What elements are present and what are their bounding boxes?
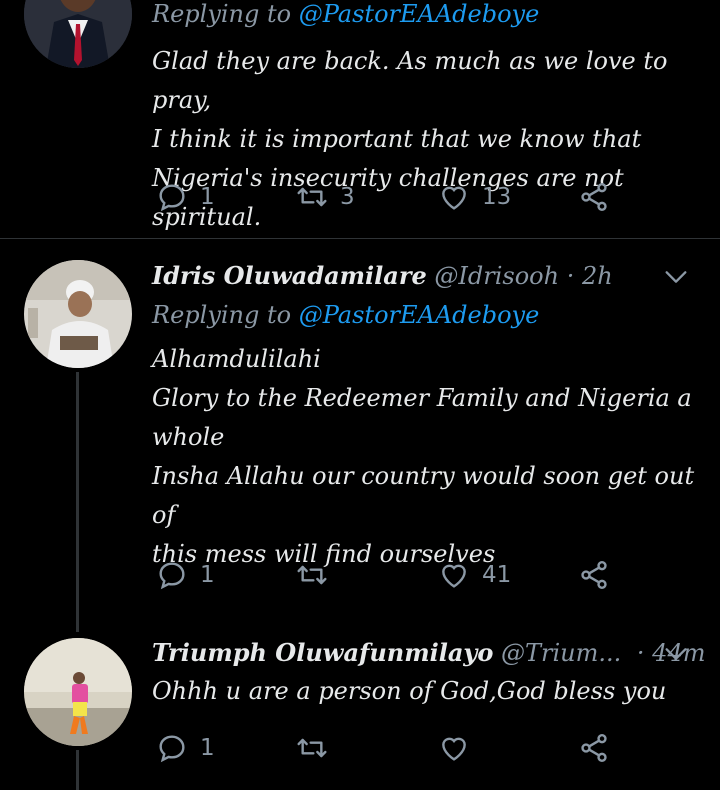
retweet-button[interactable]: [296, 728, 340, 768]
reply-button[interactable]: 1: [156, 555, 215, 595]
reply-count: 1: [200, 735, 215, 761]
share-button[interactable]: [578, 728, 610, 768]
reply-button[interactable]: 1: [156, 177, 215, 217]
tweet-2[interactable]: Idris Oluwadamilare @Idrisooh · 2h Reply…: [0, 239, 720, 632]
tweet-text: Ohhh u are a person of God,God bless you: [152, 672, 707, 711]
display-name[interactable]: Triumph Oluwafunmilayo: [152, 638, 493, 667]
text-line: Glory to the Redeemer Family and Nigeria…: [152, 384, 692, 412]
separator-dot: ·: [566, 262, 575, 290]
avatar[interactable]: [24, 260, 132, 368]
avatar[interactable]: [24, 638, 132, 746]
like-button[interactable]: [438, 728, 482, 768]
replying-label: Replying to: [152, 0, 292, 28]
share-icon: [581, 183, 607, 211]
thread-line: [76, 372, 79, 632]
chevron-down-icon[interactable]: [662, 263, 690, 291]
reply-icon: [159, 184, 185, 212]
like-count: 41: [482, 562, 512, 588]
tweet-text: Alhamdulilahi Glory to the Redeemer Fami…: [152, 340, 707, 574]
replying-label: Replying to: [152, 301, 292, 329]
share-icon: [581, 734, 607, 762]
text-line: Glad they are back. As much as we love t…: [152, 47, 668, 114]
retweet-count: 3: [340, 184, 355, 210]
reply-button[interactable]: 1: [156, 728, 215, 768]
heart-icon: [442, 737, 466, 761]
replying-to: Replying to @PastorEAAdeboye: [152, 301, 539, 329]
mention-link[interactable]: @PastorEAAdeboye: [299, 301, 540, 329]
display-name[interactable]: Idris Oluwadamilare: [152, 261, 427, 290]
tweet-header: Idris Oluwadamilare @Idrisooh · 2h: [152, 261, 690, 290]
like-count: 13: [482, 184, 512, 210]
retweet-button[interactable]: 3: [296, 177, 355, 217]
avatar[interactable]: [24, 0, 132, 68]
share-icon: [581, 561, 607, 589]
mention-link[interactable]: @PastorEAAdeboye: [299, 0, 540, 28]
user-handle[interactable]: @Idrisooh: [434, 262, 559, 290]
separator-dot: ·: [636, 639, 645, 667]
timestamp[interactable]: 2h: [582, 262, 613, 290]
reply-count: 1: [200, 184, 215, 210]
tweet-1[interactable]: Replying to @PastorEAAdeboye Glad they a…: [0, 0, 720, 238]
text-line: Insha Allahu our country would soon get …: [152, 462, 695, 529]
reply-icon: [159, 735, 185, 763]
user-handle[interactable]: @Trium...: [501, 639, 621, 667]
action-bar: 1: [152, 728, 622, 768]
like-button[interactable]: 13: [438, 177, 511, 217]
share-button[interactable]: [578, 177, 610, 217]
action-bar: 1 41: [152, 555, 622, 595]
share-button[interactable]: [578, 555, 610, 595]
retweet-icon: [297, 565, 327, 585]
thread-line: [76, 750, 79, 790]
text-line: I think it is important that we know tha…: [152, 125, 642, 153]
action-bar: 1 3 13: [152, 177, 622, 217]
text-line: Alhamdulilahi: [152, 345, 321, 373]
heart-icon: [442, 186, 466, 210]
retweet-button[interactable]: [296, 555, 340, 595]
chevron-down-icon[interactable]: [662, 640, 690, 668]
retweet-icon: [297, 187, 327, 207]
retweet-icon: [297, 738, 327, 758]
tweet-header: Triumph Oluwafunmilayo @Trium... · 44m: [152, 638, 705, 668]
reply-icon: [159, 562, 185, 590]
replying-to: Replying to @PastorEAAdeboye: [152, 0, 539, 28]
heart-icon: [442, 564, 466, 588]
text-line: Ohhh u are a person of God,God bless you: [152, 677, 667, 705]
like-button[interactable]: 41: [438, 555, 511, 595]
tweet-3[interactable]: Triumph Oluwafunmilayo @Trium... · 44m O…: [0, 630, 720, 790]
text-line: whole: [152, 423, 225, 451]
reply-count: 1: [200, 562, 215, 588]
